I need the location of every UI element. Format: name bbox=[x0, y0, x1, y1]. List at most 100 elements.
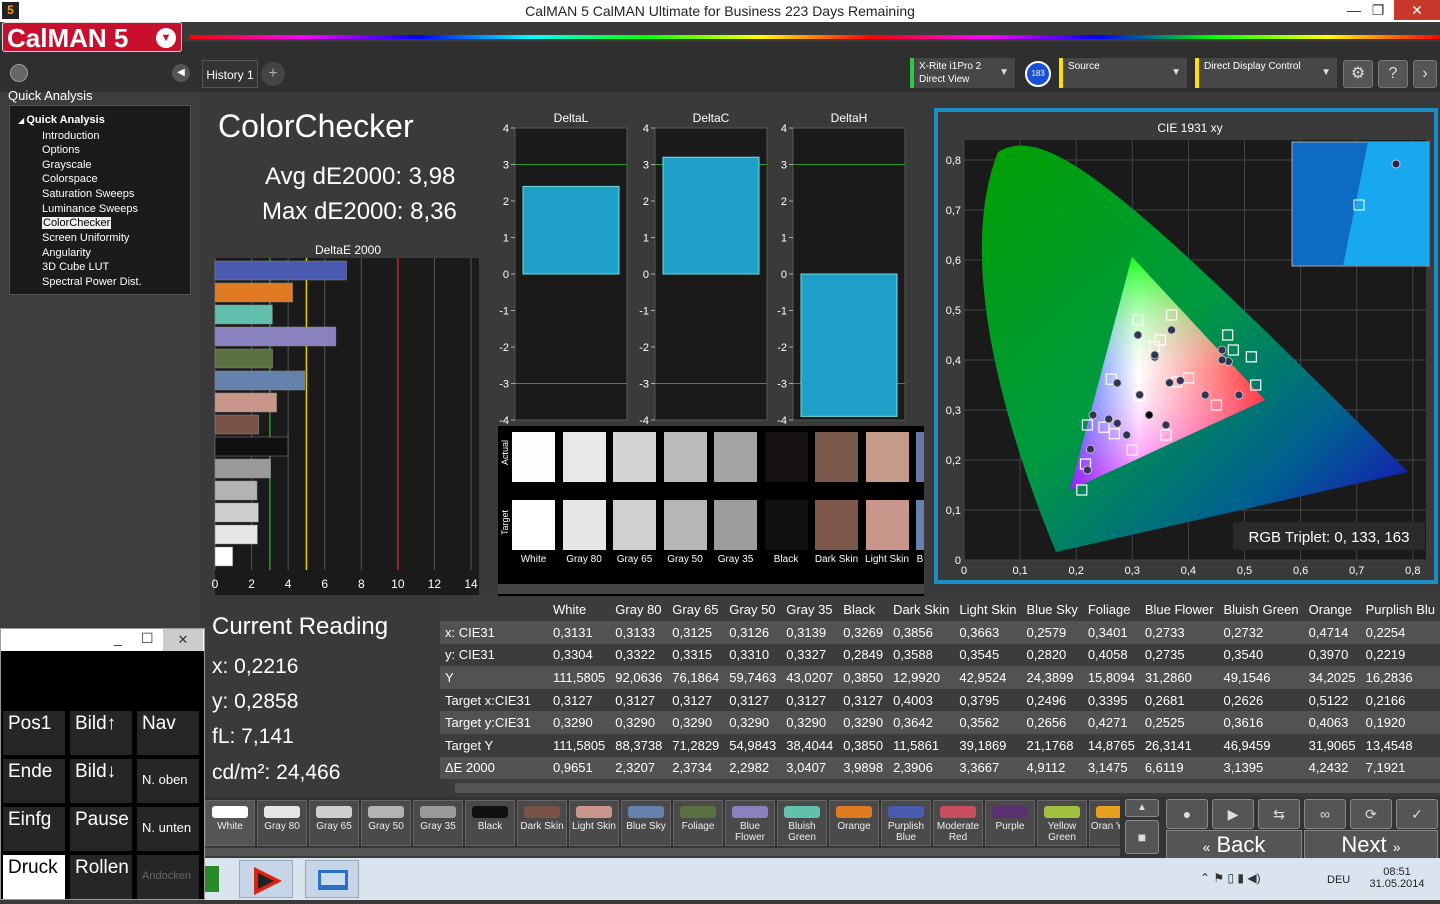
table-cell: 4,2432 bbox=[1303, 756, 1361, 780]
stop-square-icon[interactable]: ■ bbox=[1125, 820, 1159, 854]
continuous-icon[interactable]: ∞ bbox=[1304, 799, 1346, 829]
sidebar-collapse-icon[interactable]: ◀ bbox=[172, 64, 190, 82]
keyboard-taskbar-icon[interactable] bbox=[305, 860, 359, 898]
sidebar-pin-icon[interactable] bbox=[10, 64, 28, 82]
key-andocken[interactable]: Andocken bbox=[137, 855, 199, 899]
reading-cdm: cd/m²: 24,466 bbox=[212, 761, 341, 784]
nav-item-saturation-sweeps[interactable]: Saturation Sweeps bbox=[42, 188, 134, 200]
up-arrow-icon[interactable]: ▲ bbox=[1125, 799, 1159, 817]
maximize-button[interactable]: ❐ bbox=[1364, 0, 1392, 20]
tray-language[interactable]: DEU bbox=[1327, 874, 1350, 886]
swatch-button[interactable]: Gray 65 bbox=[309, 800, 359, 846]
nav-item-angularity[interactable]: Angularity bbox=[42, 247, 91, 259]
close-button[interactable]: ✕ bbox=[1394, 0, 1440, 20]
patch-scrollbar[interactable] bbox=[498, 584, 924, 594]
tray-clock[interactable]: 08:51 31.05.2014 bbox=[1367, 866, 1427, 890]
deltae-bar bbox=[214, 502, 259, 523]
cie-x-tick: 0,5 bbox=[1237, 565, 1252, 577]
keyboard-minimize[interactable]: _ bbox=[114, 630, 122, 646]
play-icon[interactable]: ▶ bbox=[1212, 799, 1254, 829]
nav-item-spectral-power[interactable]: Spectral Power Dist. bbox=[42, 276, 142, 288]
key-ende[interactable]: Ende bbox=[3, 759, 65, 803]
swatch-button[interactable]: White bbox=[205, 800, 255, 846]
cie-actual-marker bbox=[1200, 390, 1210, 400]
app-logo: CalMAN 5 bbox=[2, 22, 182, 53]
tab-history-1[interactable]: History 1 bbox=[202, 60, 258, 88]
calman-taskbar-icon[interactable] bbox=[239, 860, 293, 898]
stop-icon[interactable]: ● bbox=[1166, 799, 1208, 829]
nav-item-screen-uniformity[interactable]: Screen Uniformity bbox=[42, 232, 129, 244]
swatch-color bbox=[732, 806, 768, 818]
display-selector[interactable]: Direct Display Control ▼ bbox=[1195, 58, 1337, 88]
swatch-button[interactable]: Gray 50 bbox=[361, 800, 411, 846]
swatch-button[interactable]: Purple bbox=[985, 800, 1035, 846]
next-button[interactable]: Next » bbox=[1304, 830, 1438, 860]
swatch-button[interactable]: Bluish Green bbox=[777, 800, 827, 846]
settings-gear-icon[interactable]: ⚙ bbox=[1343, 60, 1373, 88]
keyboard-titlebar: _ ☐ ✕ bbox=[1, 629, 204, 651]
swatch-button[interactable]: Blue Flower bbox=[725, 800, 775, 846]
deltae-bar bbox=[214, 348, 273, 369]
meter-badge[interactable]: 183 bbox=[1025, 61, 1051, 87]
keyboard-close[interactable]: ✕ bbox=[163, 629, 203, 651]
read-icon[interactable]: ⇆ bbox=[1258, 799, 1300, 829]
nav-item-grayscale[interactable]: Grayscale bbox=[42, 159, 92, 171]
swatch-button[interactable]: Yellow Green bbox=[1037, 800, 1087, 846]
cie-actual-marker bbox=[1217, 355, 1227, 365]
app-icon[interactable]: 5 bbox=[2, 2, 19, 19]
key-pause[interactable]: Pause bbox=[70, 807, 132, 851]
nav-item-introduction[interactable]: Introduction bbox=[42, 130, 99, 142]
source-selector[interactable]: Source ▼ bbox=[1059, 58, 1187, 88]
add-tab-button[interactable]: + bbox=[261, 62, 285, 86]
swatch-button[interactable]: Black bbox=[465, 800, 515, 846]
deltae-bar bbox=[214, 392, 277, 413]
key-druck[interactable]: Druck bbox=[3, 855, 65, 899]
nav-item-colorchecker[interactable]: ColorChecker bbox=[42, 217, 112, 229]
swatch-button[interactable]: Gray 35 bbox=[413, 800, 463, 846]
nav-item-options[interactable]: Options bbox=[42, 144, 80, 156]
swatch-button[interactable]: Blue Sky bbox=[621, 800, 671, 846]
nav-tree-root[interactable]: ◢ Quick Analysis bbox=[18, 114, 105, 126]
table-cell: 0,3290 bbox=[548, 711, 611, 734]
nav-item-luminance-sweeps[interactable]: Luminance Sweeps bbox=[42, 203, 138, 215]
key-n-oben[interactable]: N. oben bbox=[137, 759, 199, 803]
tray-icons[interactable]: ⌃ ⚑ ▯ ▮ ◀) bbox=[1200, 871, 1261, 885]
swatch-button[interactable]: Dark Skin bbox=[517, 800, 567, 846]
refresh-icon[interactable]: ⟳ bbox=[1350, 799, 1392, 829]
swatch-scrollbar[interactable] bbox=[205, 848, 1120, 856]
table-row: x: CIE31 0,3131 0,3133 0,3125 0,3126 0,3139 0,… bbox=[440, 621, 1440, 644]
table-cell: 24,3899 bbox=[1021, 666, 1083, 689]
delta-chart-title: DeltaL bbox=[554, 111, 589, 125]
table-cell: 0,3290 bbox=[724, 711, 782, 734]
nav-item-3d-cube-lut[interactable]: 3D Cube LUT bbox=[42, 261, 109, 273]
swatch-button[interactable]: Purplish Blue bbox=[881, 800, 931, 846]
swatch-label: White bbox=[217, 821, 243, 832]
taskbar-app-icon[interactable] bbox=[205, 866, 219, 892]
swatch-label: Gray 80 bbox=[264, 821, 300, 832]
help-icon[interactable]: ? bbox=[1378, 60, 1408, 88]
table-cell: 12,9920 bbox=[888, 666, 955, 689]
swatch-button[interactable]: Moderate Red bbox=[933, 800, 983, 846]
cie-y-tick: 0,1 bbox=[946, 505, 961, 517]
check-icon[interactable]: ✓ bbox=[1396, 799, 1438, 829]
nav-item-colorspace[interactable]: Colorspace bbox=[42, 173, 98, 185]
key-bild-[interactable]: Bild↑ bbox=[70, 711, 132, 755]
meter-selector[interactable]: X-Rite i1Pro 2 Direct View ▼ bbox=[910, 58, 1015, 88]
keyboard-maximize[interactable]: ☐ bbox=[141, 630, 154, 647]
back-button[interactable]: « Back bbox=[1166, 830, 1302, 860]
key-nav[interactable]: Nav bbox=[137, 711, 199, 755]
table-scrollbar[interactable] bbox=[455, 783, 1440, 793]
swatch-button[interactable]: Foliage bbox=[673, 800, 723, 846]
swatch-button[interactable]: Orange bbox=[829, 800, 879, 846]
logo-dropdown-icon[interactable]: ▼ bbox=[156, 28, 176, 48]
chevron-down-icon: ▼ bbox=[999, 67, 1009, 78]
key-bild-[interactable]: Bild↓ bbox=[70, 759, 132, 803]
key-n-unten[interactable]: N. unten bbox=[137, 807, 199, 851]
key-einfg[interactable]: Einfg bbox=[3, 807, 65, 851]
key-pos1[interactable]: Pos1 bbox=[3, 711, 65, 755]
swatch-button[interactable]: Light Skin bbox=[569, 800, 619, 846]
key-rollen[interactable]: Rollen bbox=[70, 855, 132, 899]
expand-icon[interactable]: › bbox=[1413, 60, 1437, 88]
swatch-button[interactable]: Gray 80 bbox=[257, 800, 307, 846]
table-cell: 0,2496 bbox=[1026, 692, 1067, 708]
